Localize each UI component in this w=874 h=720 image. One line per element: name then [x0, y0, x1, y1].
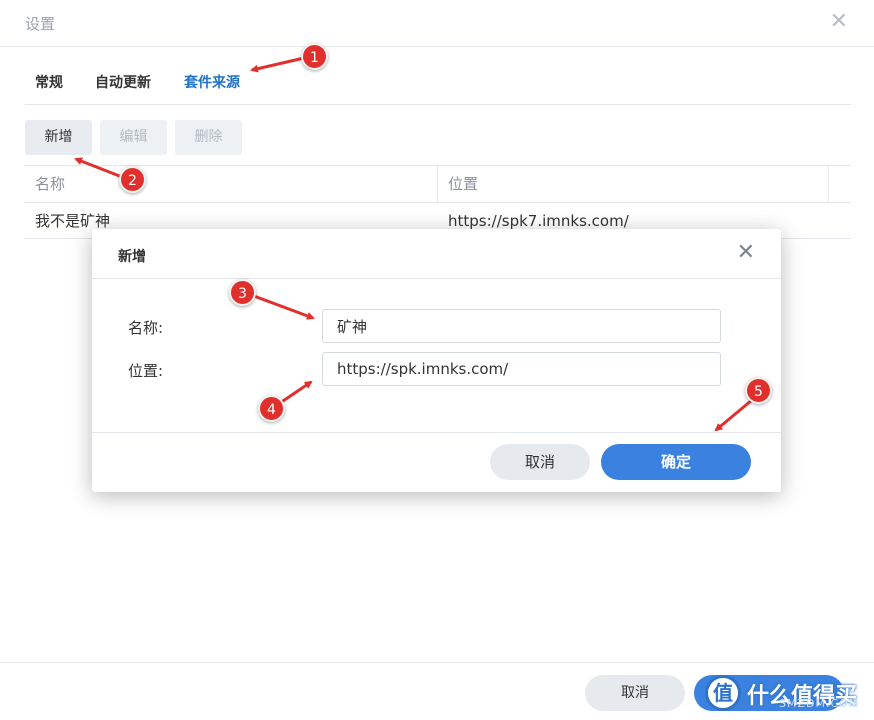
- step-marker-2: 2: [119, 166, 146, 193]
- watermark: 值 什么值得买 SMZDM.COM: [697, 673, 867, 713]
- add-button[interactable]: 新增: [25, 120, 92, 155]
- dialog-cancel-button[interactable]: 取消: [490, 444, 590, 480]
- arrow-to-tab: [250, 56, 305, 73]
- sources-table: 名称 位置 我不是矿神 https://spk7.imnks.com/: [25, 165, 851, 239]
- column-divider: [828, 166, 829, 203]
- dialog-title: 新增: [118, 249, 146, 265]
- edit-button[interactable]: 编辑: [100, 120, 167, 155]
- step-marker-4: 4: [258, 395, 285, 422]
- window-title: 设置: [25, 15, 56, 33]
- delete-button[interactable]: 删除: [175, 120, 242, 155]
- watermark-logo-icon: 值: [705, 675, 741, 711]
- close-icon[interactable]: ✕: [830, 10, 848, 34]
- column-header-name[interactable]: 名称: [25, 166, 437, 203]
- step-marker-1: 1: [301, 43, 328, 70]
- tab-package-sources[interactable]: 套件来源: [184, 72, 240, 92]
- dialog-header-divider: [92, 278, 781, 279]
- dialog-footer-divider: [92, 432, 781, 433]
- step-marker-5: 5: [745, 377, 772, 404]
- table-header: 名称 位置: [25, 165, 851, 203]
- add-source-dialog: 新增 ✕ 名称: 位置: 取消 确定: [92, 229, 781, 492]
- dialog-close-icon[interactable]: ✕: [737, 241, 755, 265]
- dialog-ok-button[interactable]: 确定: [601, 444, 751, 480]
- location-input[interactable]: [322, 352, 721, 386]
- title-divider: [0, 46, 874, 47]
- column-header-location[interactable]: 位置: [438, 166, 828, 203]
- tab-bar: 常规 自动更新 套件来源: [25, 70, 851, 105]
- footer-divider: [0, 662, 874, 663]
- tab-general[interactable]: 常规: [35, 72, 63, 92]
- footer-cancel-button[interactable]: 取消: [585, 675, 685, 711]
- name-label: 名称:: [128, 319, 164, 337]
- location-label: 位置:: [128, 362, 164, 380]
- tab-auto-update[interactable]: 自动更新: [95, 72, 151, 92]
- name-input[interactable]: [322, 309, 721, 343]
- watermark-sub: SMZDM.COM: [779, 697, 860, 710]
- settings-window: 设置 ✕ 常规 自动更新 套件来源 新增 编辑 删除 名称 位置 我不是矿神 h…: [0, 0, 874, 720]
- step-marker-3: 3: [229, 279, 256, 306]
